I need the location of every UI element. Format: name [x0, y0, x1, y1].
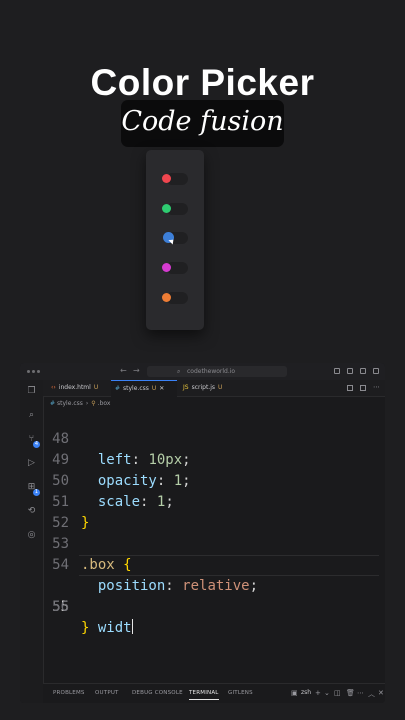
html-icon: ‹› [51, 384, 56, 391]
address-text: codetheworld.io [187, 368, 236, 375]
tab-problems[interactable]: PROBLEMS [53, 690, 85, 696]
css-icon: # [115, 385, 121, 392]
breadcrumb-separator: › [85, 400, 89, 407]
line-number: 56 [52, 599, 69, 615]
closing-brace: } [81, 620, 90, 636]
close-icon[interactable]: ✕ [159, 385, 164, 392]
breadcrumb-file[interactable]: style.css [57, 400, 83, 407]
toggle-panel-icon[interactable] [347, 368, 353, 374]
tab-debug-console[interactable]: DEBUG CONSOLE [132, 690, 183, 696]
code-line: 56 } [43, 576, 385, 636]
window-dot[interactable] [32, 370, 35, 373]
tab-label: index.html [58, 384, 91, 391]
subtitle-badge: Code fusion [121, 100, 284, 147]
panel-tab-bar: PROBLEMS OUTPUT DEBUG CONSOLE TERMINAL G… [43, 683, 385, 703]
arrow-left-icon[interactable]: ← [120, 366, 127, 375]
tab-status: U [151, 385, 157, 392]
hero-title: Color Picker [90, 62, 315, 103]
code-editor-window: ← → ⌕ codetheworld.io ❐ ⌕ ⑂ 4 ▷ ⊞ 1 ⟲ ◎ … [20, 363, 385, 703]
tab-script-js[interactable]: JS script.js U [183, 380, 233, 396]
close-icon[interactable]: ✕ [378, 689, 384, 697]
command-center[interactable]: ⌕ codetheworld.io [147, 366, 287, 377]
text-caret [131, 619, 133, 634]
extensions-badge: 1 [33, 489, 40, 496]
swatch-magenta[interactable] [162, 262, 188, 274]
tab-status: U [93, 384, 99, 391]
code-line: 52 [43, 492, 385, 531]
terminal-shell-label[interactable]: zsh [301, 689, 311, 696]
terminal-icon: ▣ [291, 689, 298, 697]
explorer-icon[interactable]: ❐ [26, 386, 37, 397]
code-line: 49 opacity: 1; [43, 429, 385, 489]
activity-bar: ❐ ⌕ ⑂ 4 ▷ ⊞ 1 ⟲ ◎ [20, 380, 44, 703]
tab-terminal[interactable]: TERMINAL [189, 690, 219, 700]
trash-icon[interactable]: 🗑 [346, 689, 355, 697]
subtitle-text: Code fusion [121, 106, 284, 137]
split-editor-icon[interactable] [360, 385, 366, 391]
code-line: 54 position: relative; [43, 534, 385, 594]
window-dot[interactable] [37, 370, 40, 373]
code-line: 50 scale: 1; [43, 450, 385, 510]
tab-output[interactable]: OUTPUT [95, 690, 119, 696]
toggle-secondary-sidebar-icon[interactable] [360, 368, 366, 374]
chevron-up-icon[interactable]: ︿ [368, 689, 375, 699]
code-line-current: 55 widt [43, 555, 385, 636]
more-actions-icon[interactable]: ⋯ [357, 689, 364, 697]
compare-icon[interactable] [347, 385, 353, 391]
editor-tabs: ‹› index.html U # style.css U ✕ JS script.js U … [43, 380, 385, 397]
current-line-highlight [79, 555, 379, 576]
red-dot[interactable] [162, 174, 171, 183]
js-icon: JS [183, 384, 189, 391]
breadcrumb-symbol[interactable]: .box [98, 400, 111, 407]
swatch-orange[interactable] [162, 292, 188, 304]
title-bar: ← → ⌕ codetheworld.io [20, 363, 385, 380]
green-dot[interactable] [162, 204, 171, 213]
add-terminal-icon[interactable]: + [315, 689, 321, 697]
orange-dot[interactable] [162, 293, 171, 302]
more-actions-icon[interactable]: ⋯ [373, 383, 380, 391]
tab-style-css[interactable]: # style.css U ✕ [111, 380, 177, 397]
customize-layout-icon[interactable] [373, 368, 379, 374]
search-icon[interactable]: ⌕ [26, 410, 37, 421]
tab-status: U [218, 384, 223, 391]
selector-icon: ⚲ [91, 400, 96, 407]
magenta-dot[interactable] [162, 263, 171, 272]
split-terminal-icon[interactable]: ◫ [334, 689, 341, 697]
swatch-red[interactable] [162, 173, 188, 185]
remote-explorer-icon[interactable]: ⟲ [26, 506, 37, 517]
swatch-green[interactable] [162, 203, 188, 215]
accounts-icon[interactable]: ◎ [26, 530, 37, 541]
code-line: 48 left: 10px; [43, 408, 385, 468]
window-dot[interactable] [27, 370, 30, 373]
tab-index-html[interactable]: ‹› index.html U [51, 380, 105, 396]
search-icon: ⌕ [177, 368, 181, 375]
tab-label: style.css [123, 385, 149, 392]
chevron-down-icon[interactable]: ⌄ [324, 689, 330, 697]
code-line: 51 } [43, 471, 385, 531]
run-debug-icon[interactable]: ▷ [26, 458, 37, 469]
typed-text: widt [97, 620, 132, 636]
breadcrumb: # style.css › ⚲ .box [50, 400, 110, 407]
tab-gitlens[interactable]: GITLENS [228, 690, 253, 696]
tab-label: script.js [191, 384, 215, 391]
swatch-blue[interactable] [162, 232, 188, 245]
toggle-sidebar-icon[interactable] [334, 368, 340, 374]
arrow-right-icon[interactable]: → [133, 366, 140, 375]
css-icon: # [50, 400, 56, 407]
color-picker-panel [146, 150, 204, 330]
code-line: 53 .box { [43, 513, 385, 573]
source-control-badge: 4 [33, 441, 40, 448]
